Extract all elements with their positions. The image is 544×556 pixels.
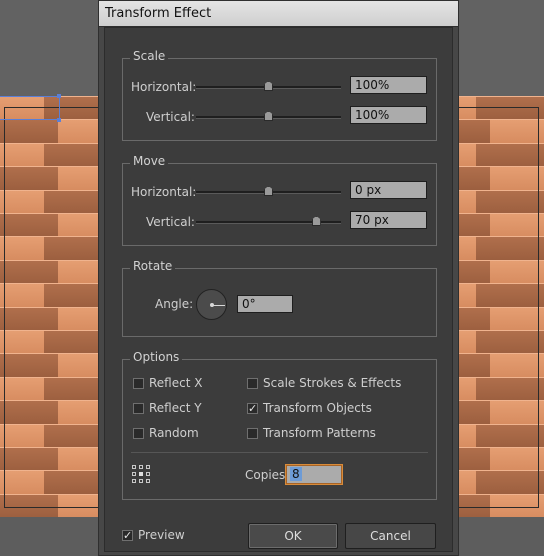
selection-handle[interactable] xyxy=(57,94,61,98)
selection-handle[interactable] xyxy=(57,118,61,122)
reflect-y-checkbox[interactable] xyxy=(133,403,144,414)
move-vertical-slider-thumb[interactable] xyxy=(311,216,321,226)
dialog-body: Scale Horizontal: 100% Vertical: 100% Mo… xyxy=(104,27,453,552)
rotate-group-label: Rotate xyxy=(130,259,176,273)
copies-value: 8 xyxy=(290,467,302,481)
dialog-title: Transform Effect xyxy=(105,6,212,21)
preview-checkbox[interactable]: ✓ xyxy=(122,530,133,541)
cancel-button[interactable]: Cancel xyxy=(345,523,436,549)
artboard-outline-left xyxy=(4,107,104,508)
dialog-titlebar[interactable]: Transform Effect xyxy=(99,1,458,27)
ok-button[interactable]: OK xyxy=(248,523,338,549)
options-group: Options Reflect X Reflect Y Random Scale… xyxy=(122,350,437,500)
scale-horizontal-label: Horizontal: xyxy=(131,80,197,94)
reflect-y-label: Reflect Y xyxy=(149,401,202,415)
move-horizontal-field[interactable]: 0 px xyxy=(350,181,427,199)
copies-label: Copies xyxy=(245,468,286,482)
preview-label: Preview xyxy=(138,528,185,542)
scale-horizontal-slider[interactable] xyxy=(196,81,341,91)
scale-group-label: Scale xyxy=(130,49,169,63)
random-label: Random xyxy=(149,426,199,440)
transform-patterns-label: Transform Patterns xyxy=(263,426,376,440)
transform-objects-label: Transform Objects xyxy=(263,401,372,415)
scale-strokes-label: Scale Strokes & Effects xyxy=(263,376,402,390)
scale-horizontal-slider-thumb[interactable] xyxy=(264,81,273,91)
angle-dial-hand xyxy=(212,305,225,306)
scale-vertical-label: Vertical: xyxy=(146,110,195,124)
scale-strokes-checkbox[interactable] xyxy=(247,378,258,389)
reference-point-grid-icon[interactable] xyxy=(131,464,151,484)
transform-patterns-checkbox[interactable] xyxy=(247,428,258,439)
transform-effect-dialog: Transform Effect Scale Horizontal: 100% … xyxy=(98,0,459,556)
move-horizontal-slider-thumb[interactable] xyxy=(264,186,273,196)
scale-vertical-field[interactable]: 100% xyxy=(350,106,427,124)
move-group: Move Horizontal: 0 px Vertical: 70 px xyxy=(122,154,437,246)
options-group-label: Options xyxy=(130,350,183,364)
scale-vertical-slider-thumb[interactable] xyxy=(264,111,273,121)
options-divider xyxy=(131,452,428,453)
move-vertical-slider[interactable] xyxy=(196,216,341,226)
move-group-label: Move xyxy=(130,154,169,168)
selection-bounding-box[interactable] xyxy=(0,96,60,120)
angle-label: Angle: xyxy=(155,297,194,311)
move-horizontal-label: Horizontal: xyxy=(131,185,197,199)
scale-group: Scale Horizontal: 100% Vertical: 100% xyxy=(122,49,437,141)
move-vertical-label: Vertical: xyxy=(146,215,195,229)
reflect-x-checkbox[interactable] xyxy=(133,378,144,389)
scale-horizontal-field[interactable]: 100% xyxy=(350,76,427,94)
transform-objects-checkbox[interactable]: ✓ xyxy=(247,403,258,414)
artboard-outline-right xyxy=(454,107,539,508)
copies-field[interactable]: 8 xyxy=(285,464,343,485)
reflect-x-label: Reflect X xyxy=(149,376,203,390)
angle-field[interactable]: 0° xyxy=(237,295,293,313)
scale-vertical-slider[interactable] xyxy=(196,111,341,121)
rotate-group: Rotate Angle: 0° xyxy=(122,259,437,337)
angle-dial[interactable] xyxy=(196,289,227,320)
move-horizontal-slider[interactable] xyxy=(196,186,341,196)
move-vertical-field[interactable]: 70 px xyxy=(350,211,427,229)
random-checkbox[interactable] xyxy=(133,428,144,439)
